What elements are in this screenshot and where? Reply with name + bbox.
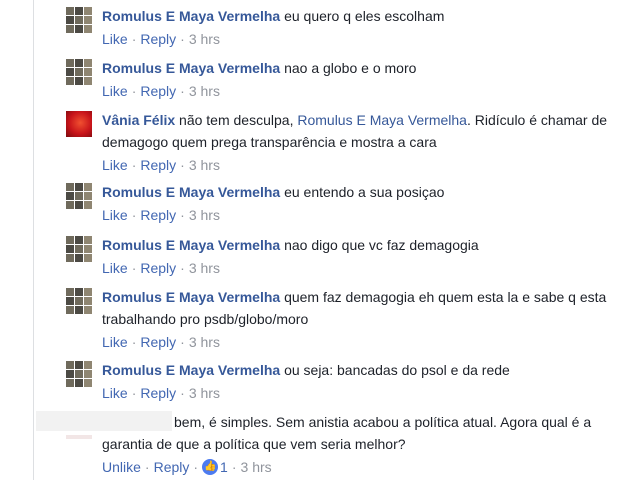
avatar[interactable] (66, 236, 92, 262)
reply-button[interactable]: Reply (140, 334, 176, 350)
comment: Romulus E Maya Vermelha quem faz demagog… (66, 286, 626, 351)
comment-author[interactable]: Romulus E Maya Vermelha (102, 8, 280, 24)
comment-actions: Like · Reply · 3 hrs (102, 384, 626, 402)
comment: bem, é simples. Sem anistia acabou a pol… (36, 411, 626, 476)
comment-text: bem, é simples. Sem anistia acabou a pol… (102, 414, 592, 452)
comment: Vânia Félix não tem desculpa, Romulus E … (66, 109, 626, 174)
comment-author[interactable]: Romulus E Maya Vermelha (102, 237, 280, 253)
comment-timestamp[interactable]: 3 hrs (189, 31, 220, 47)
comment-timestamp[interactable]: 3 hrs (189, 334, 220, 350)
comment: Romulus E Maya Vermelha nao digo que vc … (66, 234, 626, 277)
separator: · (180, 207, 185, 223)
like-button[interactable]: Like (102, 157, 128, 173)
separator: · (131, 334, 137, 350)
separator: · (180, 157, 185, 173)
like-button[interactable]: Like (102, 31, 128, 47)
comment-timestamp[interactable]: 3 hrs (189, 157, 220, 173)
comment-body: Vânia Félix não tem desculpa, Romulus E … (102, 109, 626, 153)
separator: · (180, 83, 185, 99)
comment-actions: Like · Reply · 3 hrs (102, 30, 626, 48)
comment: Romulus E Maya Vermelha eu quero q eles … (66, 5, 626, 48)
separator: · (131, 207, 137, 223)
comment-body: bem, é simples. Sem anistia acabou a pol… (36, 411, 626, 455)
comment-timestamp[interactable]: 3 hrs (189, 260, 220, 276)
comment-author[interactable]: Romulus E Maya Vermelha (102, 184, 280, 200)
comment-actions: Unlike·Reply·1·3 hrs (102, 458, 626, 476)
avatar[interactable] (66, 435, 92, 439)
comment-timestamp[interactable]: 3 hrs (189, 83, 220, 99)
avatar[interactable] (66, 288, 92, 314)
like-button[interactable]: Like (102, 83, 128, 99)
avatar[interactable] (66, 59, 92, 85)
separator: · (131, 260, 137, 276)
separator: · (193, 459, 199, 475)
comment-text: eu quero q eles escolham (284, 8, 445, 24)
avatar[interactable] (66, 183, 92, 209)
separator: · (180, 260, 185, 276)
avatar[interactable] (66, 111, 92, 137)
reply-button[interactable]: Reply (140, 207, 176, 223)
avatar[interactable] (66, 7, 92, 33)
separator: · (180, 334, 185, 350)
separator: · (131, 83, 137, 99)
comment-actions: Like · Reply · 3 hrs (102, 333, 626, 351)
mention-link[interactable]: Romulus E Maya Vermelha (297, 112, 467, 128)
comment-text: não tem desculpa, (179, 112, 298, 128)
comment: Romulus E Maya Vermelha ou seja: bancada… (66, 359, 626, 402)
thread-rule (33, 0, 34, 480)
like-button[interactable]: Like (102, 385, 128, 401)
reply-button[interactable]: Reply (140, 260, 176, 276)
comment-actions: Like · Reply · 3 hrs (102, 156, 626, 174)
comment-actions: Like · Reply · 3 hrs (102, 82, 626, 100)
separator: · (131, 157, 137, 173)
comment: Romulus E Maya Vermelha eu entendo a sua… (66, 181, 626, 224)
reply-button[interactable]: Reply (140, 157, 176, 173)
separator: · (231, 459, 237, 475)
comment-author[interactable]: Romulus E Maya Vermelha (102, 289, 280, 305)
comment-author[interactable]: Romulus E Maya Vermelha (102, 362, 280, 378)
comment-timestamp[interactable]: 3 hrs (241, 459, 272, 475)
comment-text: ou seja: bancadas do psol e da rede (284, 362, 510, 378)
comment-author[interactable]: Romulus E Maya Vermelha (102, 60, 280, 76)
reply-button[interactable]: Reply (140, 385, 176, 401)
comment-text: eu entendo a sua posiçao (284, 184, 445, 200)
reply-button[interactable]: Reply (140, 31, 176, 47)
comment-body: Romulus E Maya Vermelha nao digo que vc … (102, 234, 626, 256)
comment-body: Romulus E Maya Vermelha eu quero q eles … (102, 5, 626, 27)
unlike-button[interactable]: Unlike (102, 459, 141, 475)
comment-body: Romulus E Maya Vermelha quem faz demagog… (102, 286, 626, 330)
separator: · (131, 31, 137, 47)
like-reaction-icon[interactable] (202, 459, 219, 475)
comment-body: Romulus E Maya Vermelha eu entendo a sua… (102, 181, 626, 203)
comment-author[interactable]: Vânia Félix (102, 112, 175, 128)
separator: · (180, 31, 185, 47)
comment-actions: Like · Reply · 3 hrs (102, 206, 626, 224)
separator: · (131, 385, 137, 401)
reply-button[interactable]: Reply (154, 459, 190, 475)
comment-text: nao a globo e o moro (284, 60, 417, 76)
comment-text: nao digo que vc faz demagogia (284, 237, 479, 253)
like-button[interactable]: Like (102, 334, 128, 350)
like-button[interactable]: Like (102, 260, 128, 276)
comment-body: Romulus E Maya Vermelha ou seja: bancada… (102, 359, 626, 381)
comment: Romulus E Maya Vermelha nao a globo e o … (66, 57, 626, 100)
reply-button[interactable]: Reply (140, 83, 176, 99)
comment-actions: Like · Reply · 3 hrs (102, 259, 626, 277)
separator: · (144, 459, 150, 475)
comment-timestamp[interactable]: 3 hrs (189, 207, 220, 223)
avatar[interactable] (66, 361, 92, 387)
redacted-author (36, 411, 172, 431)
separator: · (180, 385, 185, 401)
comment-body: Romulus E Maya Vermelha nao a globo e o … (102, 57, 626, 79)
comment-timestamp[interactable]: 3 hrs (189, 385, 220, 401)
like-button[interactable]: Like (102, 207, 128, 223)
reaction-count[interactable]: 1 (220, 459, 228, 475)
